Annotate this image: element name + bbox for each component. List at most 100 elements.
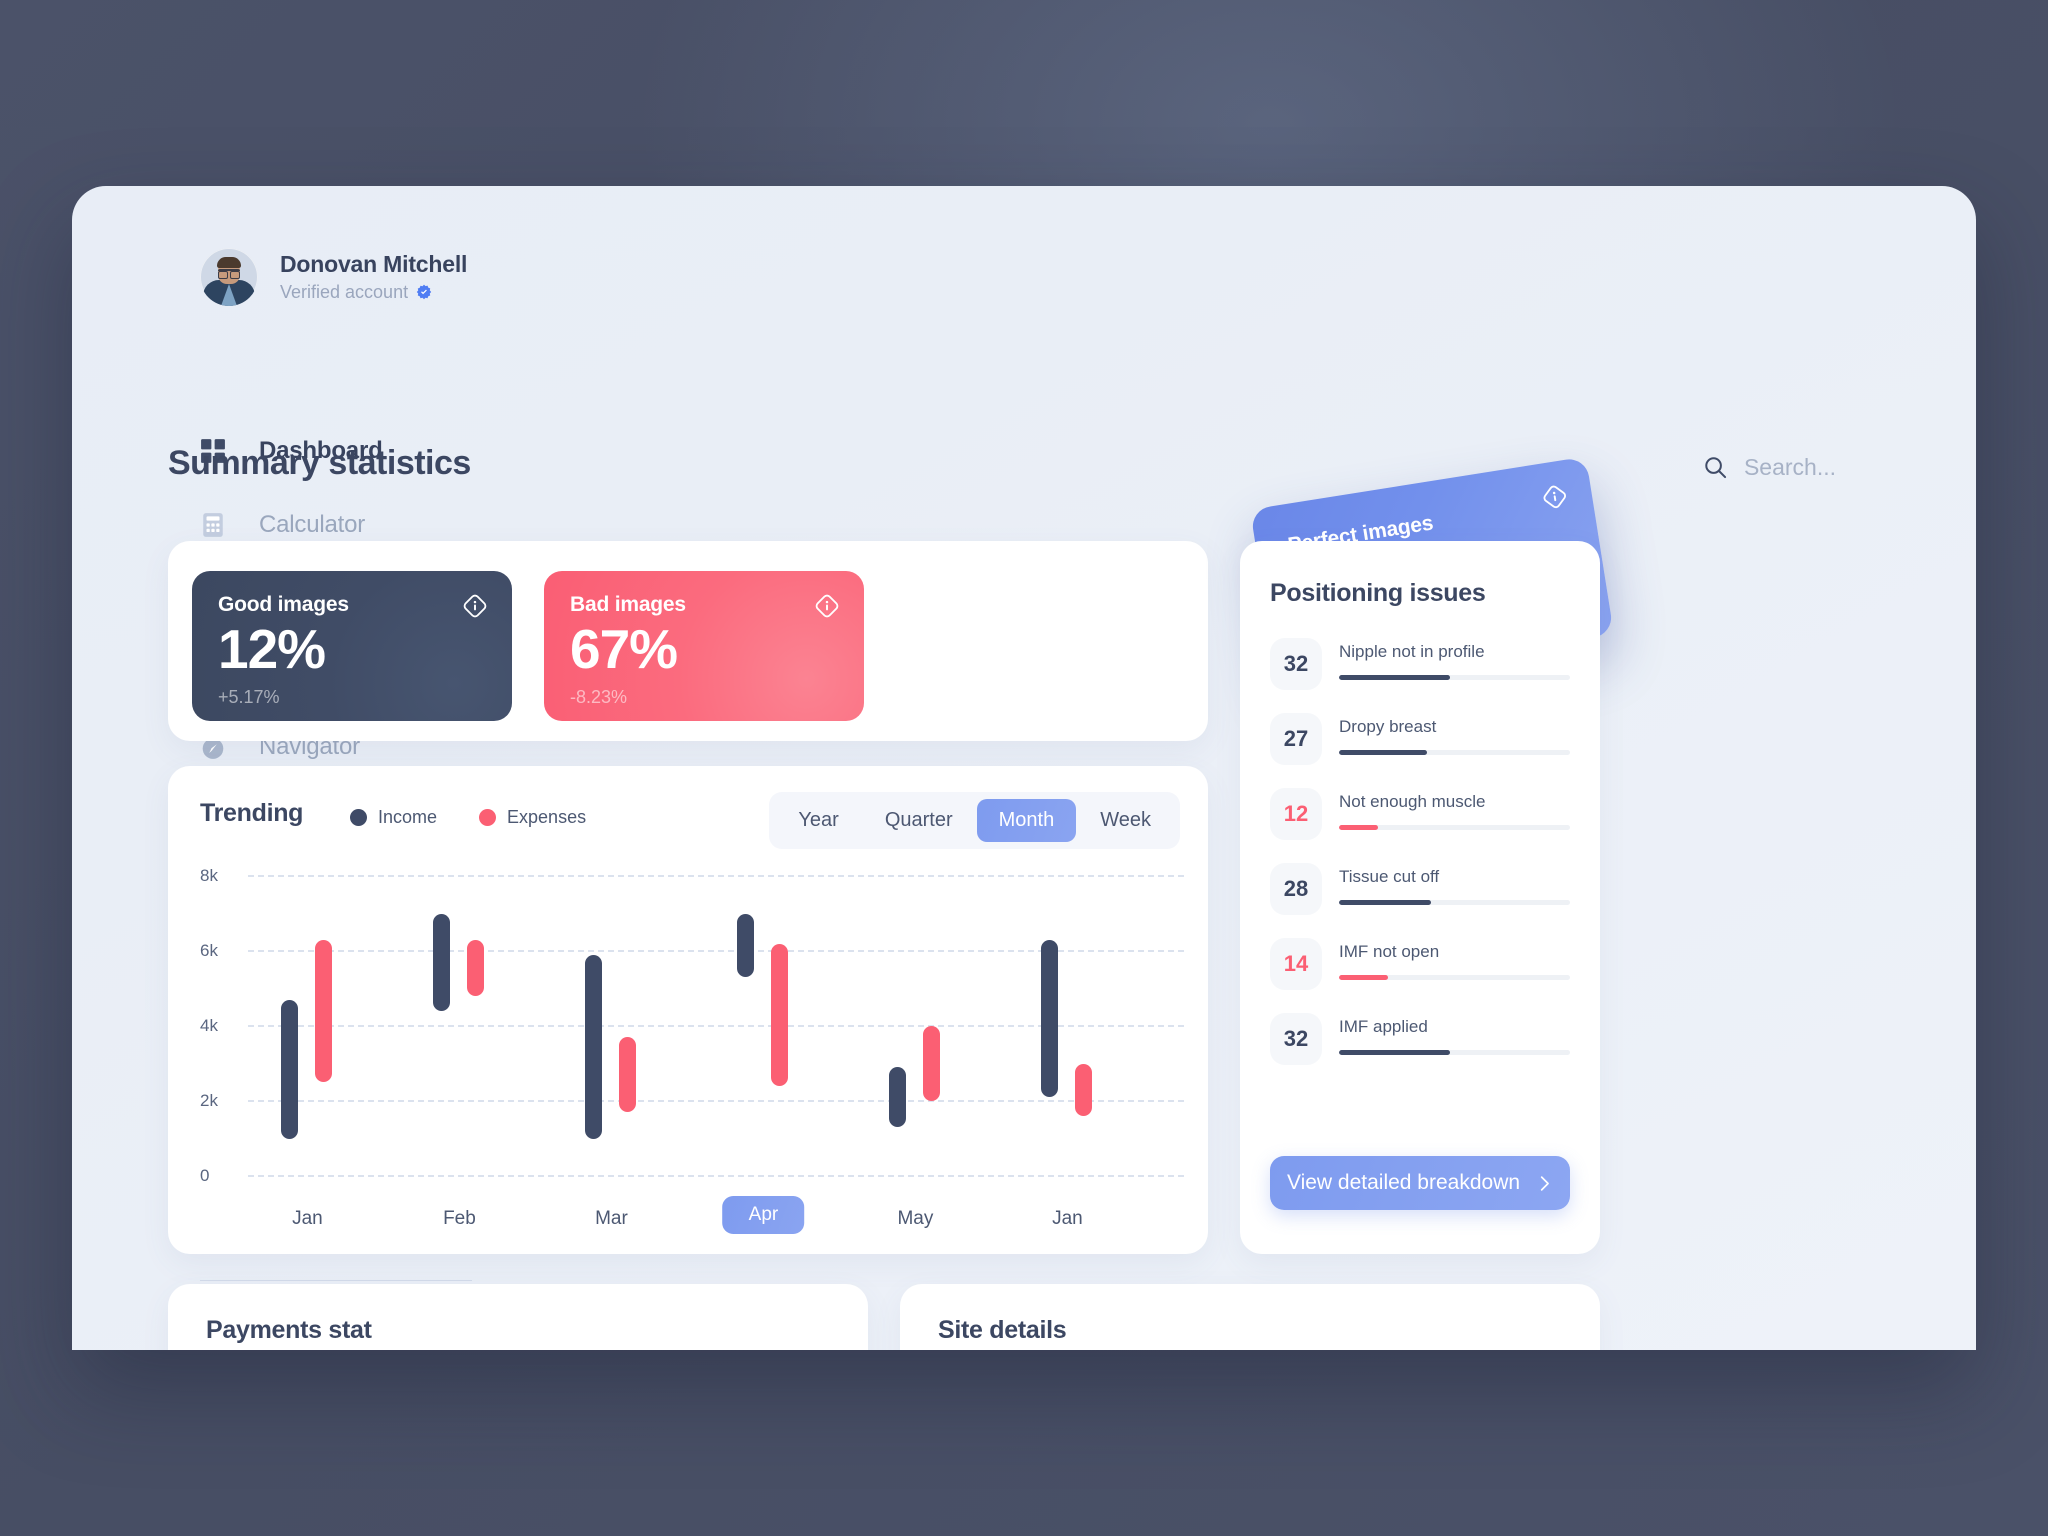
payments-stat-panel: Payments stat Payment type Frequency, % … — [168, 1284, 868, 1350]
breakdown-button-label: View detailed breakdown — [1286, 1171, 1521, 1194]
issue-progress-track — [1339, 675, 1570, 680]
issue-label: Nipple not in profile — [1339, 642, 1485, 661]
chart-bar-income — [585, 954, 603, 1139]
issues-title: Positioning issues — [1270, 579, 1486, 607]
chart-bar-group — [889, 876, 963, 1176]
range-option-month[interactable]: Month — [976, 799, 1077, 842]
issue-progress-track — [1339, 975, 1570, 980]
profile-block[interactable]: Donovan Mitchell Verified account — [200, 248, 467, 306]
issue-row[interactable]: 32 Nipple not in profile — [1270, 638, 1570, 690]
avatar — [200, 248, 258, 306]
profile-status: Verified account — [280, 282, 467, 303]
issue-row[interactable]: 32 IMF applied — [1270, 1013, 1570, 1065]
issue-progress-fill — [1339, 975, 1388, 980]
issue-progress-track — [1339, 900, 1570, 905]
stat-card-bad-images[interactable]: Bad images 67% -8.23% — [544, 571, 864, 721]
stat-card-value: 12% — [218, 618, 326, 680]
legend-dot-icon — [350, 809, 367, 826]
issue-label: Dropy breast — [1339, 717, 1437, 736]
sidebar-item-label: Calculator — [259, 511, 366, 538]
issue-progress-track — [1339, 825, 1570, 830]
stat-card-value: 67% — [570, 618, 678, 680]
page-title: Summary statistics — [168, 444, 471, 482]
y-axis-tick-label: 2k — [200, 1091, 218, 1110]
calculator-icon — [203, 513, 223, 537]
x-axis-tick-mar[interactable]: Mar — [595, 1208, 628, 1230]
chart-bar-income — [1041, 939, 1059, 1098]
stat-cards-panel: Good images 12% +5.17% Bad images 67% -8… — [168, 541, 1208, 741]
legend-item-income: Income — [350, 807, 437, 828]
site-details-panel: Site details Issues Frequency, % Actions… — [900, 1284, 1600, 1350]
chevron-right-icon — [1540, 1175, 1549, 1191]
y-axis-tick-label: 8k — [200, 866, 218, 885]
search-placeholder: Search... — [1743, 454, 1836, 480]
issue-progress-fill — [1339, 750, 1427, 755]
x-axis-tick-apr[interactable]: Apr — [722, 1196, 805, 1234]
chart-bar-expenses — [1053, 1049, 1115, 1130]
x-axis-tick-jan[interactable]: Jan — [1052, 1208, 1083, 1230]
chart-bar-group — [585, 876, 659, 1176]
range-segmented-control: Year Quarter Month Week — [769, 792, 1180, 849]
issue-label: IMF not open — [1339, 942, 1440, 961]
issue-count-badge: 28 — [1270, 863, 1322, 915]
site-details-title: Site details — [938, 1316, 1067, 1344]
trending-title: Trending — [200, 799, 304, 827]
trending-panel: Trending Income Expenses Year Quarter Mo… — [168, 766, 1208, 1254]
chart-bar-income — [433, 913, 451, 1011]
range-option-week[interactable]: Week — [1078, 799, 1173, 842]
stat-card-delta: +5.17% — [218, 687, 280, 707]
x-axis-tick-may[interactable]: May — [897, 1208, 933, 1230]
issue-count-badge: 27 — [1270, 713, 1322, 765]
issue-progress-track — [1339, 750, 1570, 755]
issue-label: Tissue cut off — [1339, 867, 1440, 886]
chart-bar-group — [737, 876, 811, 1176]
range-option-year[interactable]: Year — [776, 799, 860, 842]
y-axis-tick-label: 6k — [200, 941, 218, 960]
profile-name: Donovan Mitchell — [280, 251, 468, 278]
legend-label: Expenses — [507, 807, 587, 827]
issue-row[interactable]: 27 Dropy breast — [1270, 713, 1570, 765]
y-axis-tick-label: 0 — [200, 1166, 210, 1185]
stat-card-label: Bad images — [570, 593, 686, 616]
issues-list: 32 Nipple not in profile 27 Dropy breast 12 N… — [1270, 638, 1570, 1065]
info-diamond-icon[interactable] — [814, 593, 840, 619]
issue-row[interactable]: 14 IMF not open — [1270, 938, 1570, 990]
x-axis-tick-jan[interactable]: Jan — [292, 1208, 323, 1230]
stat-card-label: Good images — [218, 593, 349, 616]
x-axis-tick-feb[interactable]: Feb — [443, 1208, 476, 1230]
stat-card-good-images[interactable]: Good images 12% +5.17% — [192, 571, 512, 721]
issue-progress-fill — [1339, 1050, 1450, 1055]
info-diamond-icon[interactable] — [1540, 482, 1570, 512]
view-detailed-breakdown-button[interactable]: View detailed breakdown — [1270, 1156, 1570, 1210]
issue-progress-track — [1339, 1050, 1570, 1055]
stat-card-delta: -8.23% — [570, 687, 628, 707]
chart-bar-expenses — [901, 1012, 963, 1115]
legend-item-expenses: Expenses — [479, 807, 586, 828]
chart-plot-area: 0 2k 4k 6k 8k — [200, 866, 1184, 1185]
info-diamond-icon[interactable] — [462, 593, 488, 619]
chart-bar-group — [281, 876, 355, 1176]
verified-badge-icon — [416, 284, 432, 300]
chart-bar-expenses — [597, 1023, 659, 1127]
chart-bars — [248, 876, 1184, 1176]
chart-bar-group — [433, 876, 507, 1176]
chart-legend: Income Expenses — [350, 807, 586, 828]
issue-row[interactable]: 28 Tissue cut off — [1270, 863, 1570, 915]
positioning-issues-panel: Positioning issues 32 Nipple not in profi… — [1240, 541, 1600, 1254]
legend-label: Income — [378, 807, 438, 827]
legend-dot-icon — [479, 809, 497, 826]
range-option-quarter[interactable]: Quarter — [863, 799, 975, 842]
issue-progress-fill — [1339, 825, 1379, 830]
chart-bar-income — [281, 999, 299, 1139]
chart-bar-expenses — [749, 929, 811, 1100]
issue-label: IMF applied — [1339, 1017, 1428, 1036]
chart-bar-expenses — [293, 925, 355, 1096]
issue-count-badge: 32 — [1270, 1013, 1322, 1065]
issue-progress-fill — [1339, 900, 1432, 905]
chart-bar-expenses — [445, 925, 507, 1011]
chart-bar-group — [1041, 876, 1115, 1176]
y-axis-tick-label: 4k — [200, 1016, 218, 1035]
issue-progress-fill — [1339, 675, 1450, 680]
search-box[interactable]: Search... — [1704, 454, 1836, 481]
issue-row[interactable]: 12 Not enough muscle — [1270, 788, 1570, 840]
